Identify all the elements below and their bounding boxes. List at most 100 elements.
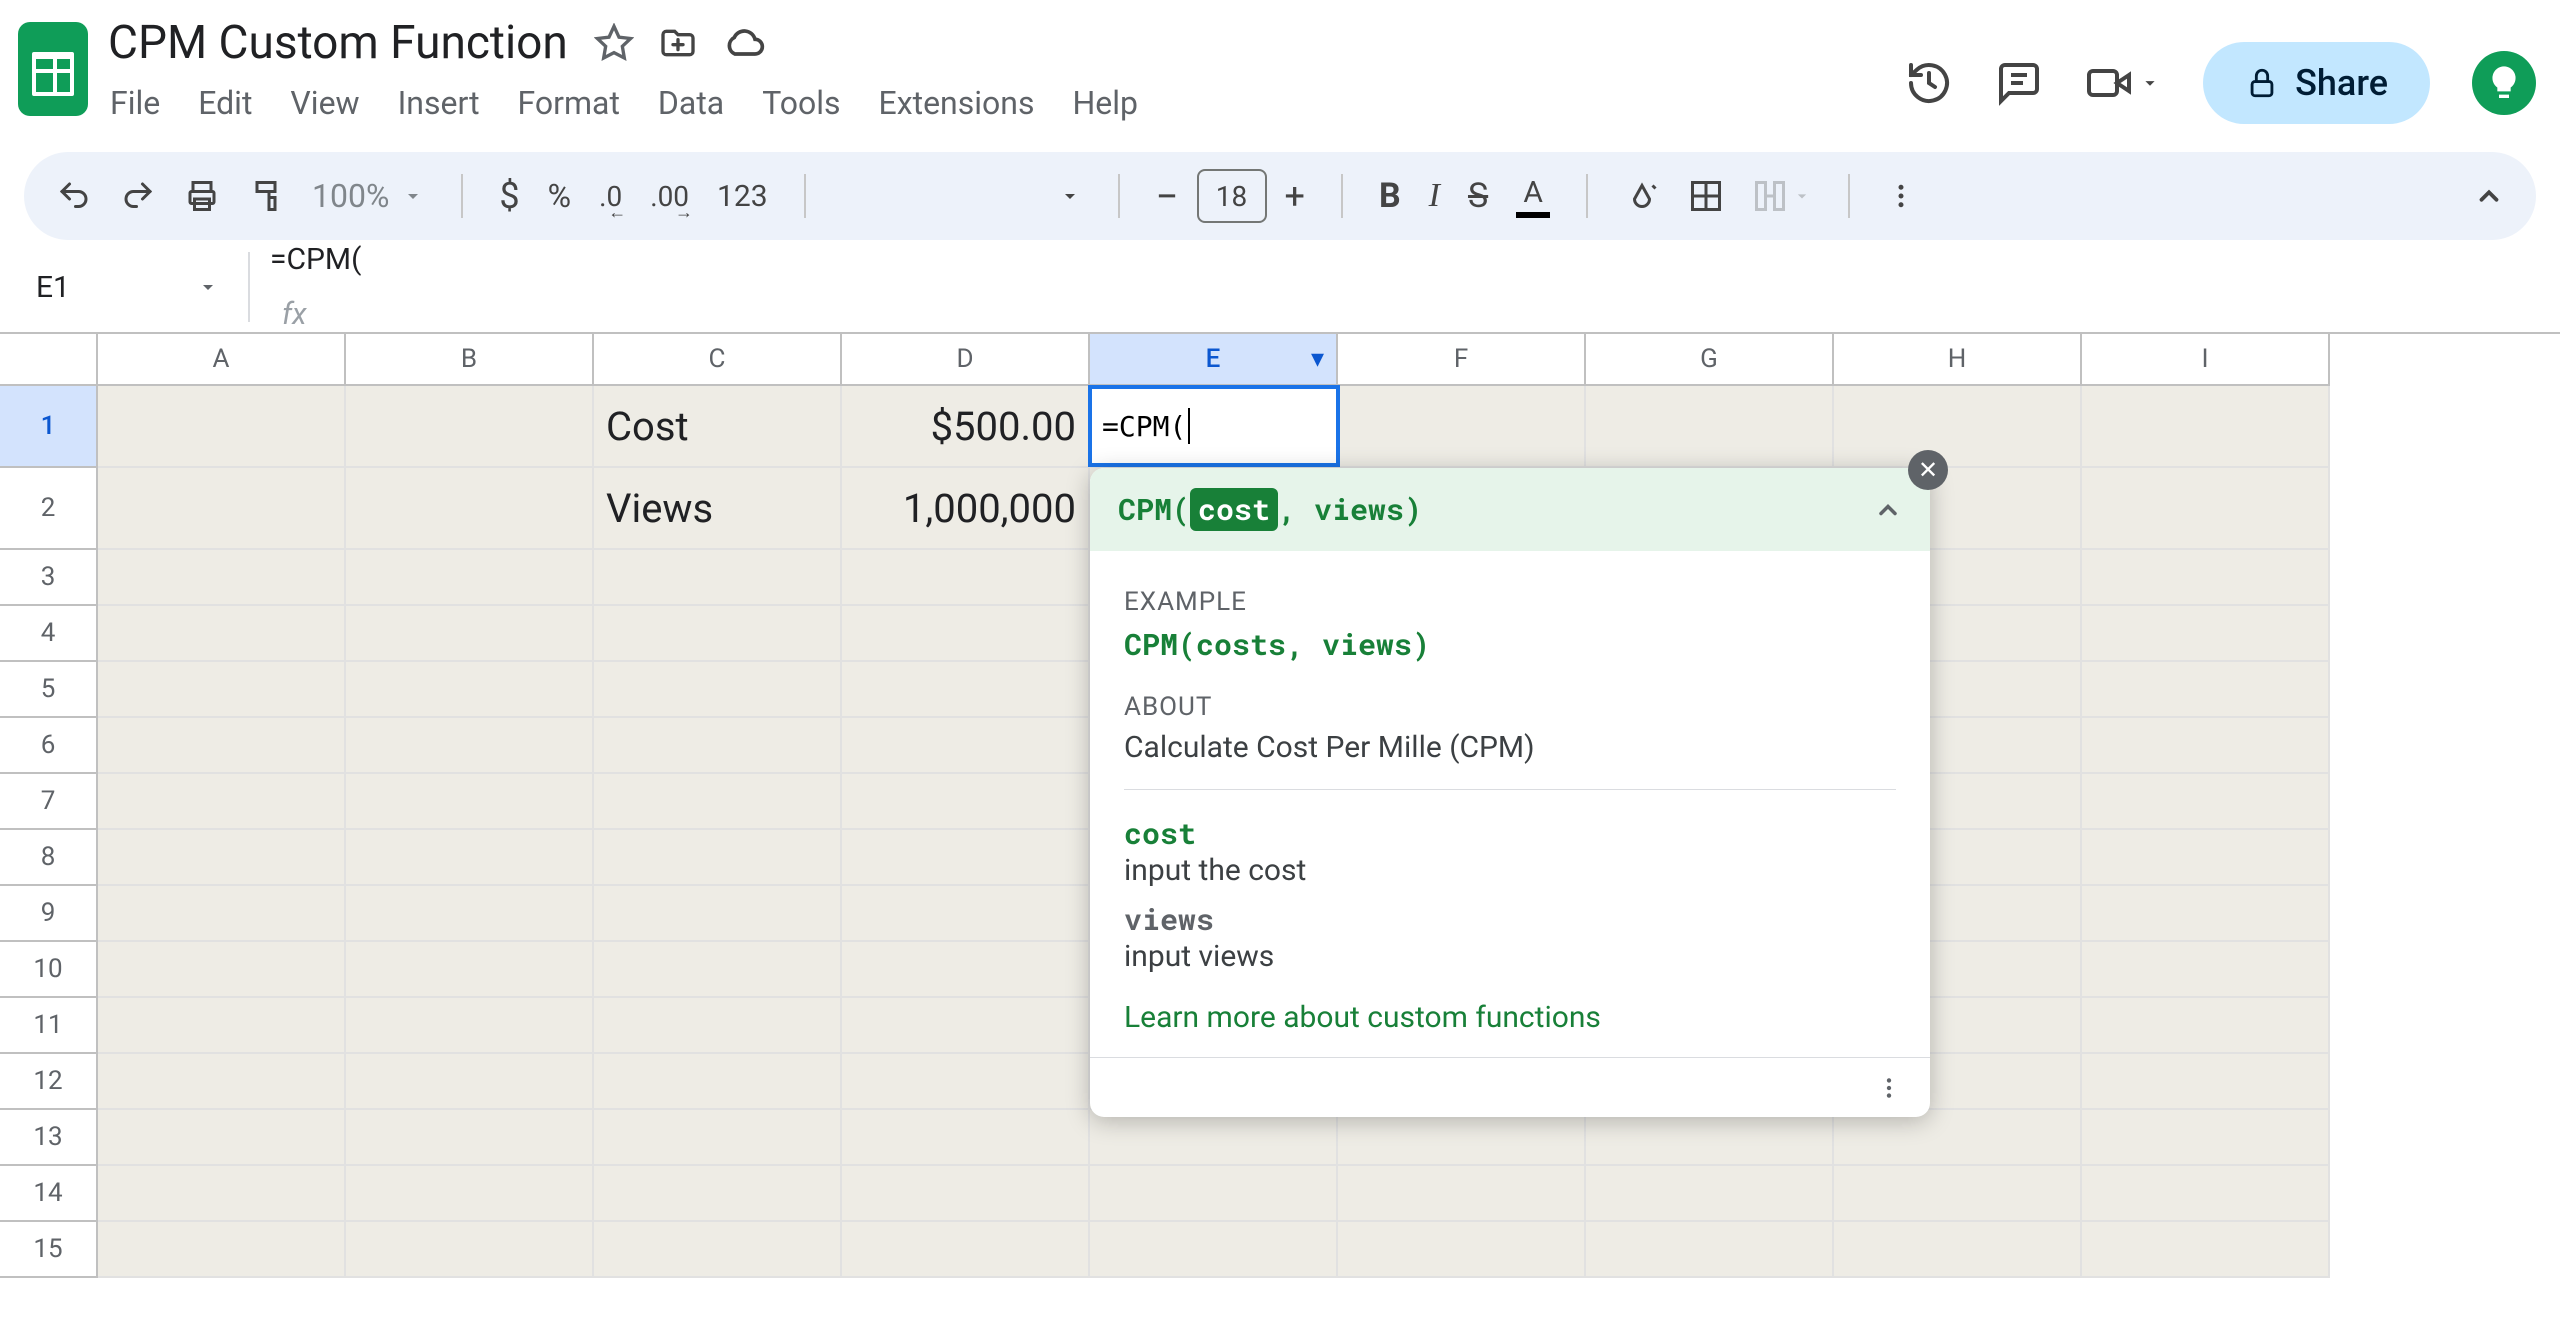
chevron-down-icon[interactable]: ▾	[1311, 344, 1324, 374]
decrease-decimal-button[interactable]: .0←	[599, 180, 622, 213]
font-dropdown[interactable]	[842, 184, 1082, 208]
menu-edit[interactable]: Edit	[198, 84, 252, 122]
col-header-h[interactable]: H	[1834, 334, 2082, 386]
strikethrough-button[interactable]: S	[1468, 176, 1488, 216]
font-size-input[interactable]: 18	[1197, 169, 1267, 223]
cell-h1[interactable]	[1834, 386, 2082, 468]
cell-g1[interactable]	[1586, 386, 1834, 468]
row-header-3[interactable]: 3	[0, 550, 98, 606]
account-avatar[interactable]	[2472, 51, 2536, 115]
text-color-button[interactable]: A	[1516, 175, 1550, 218]
redo-icon[interactable]	[120, 178, 156, 214]
row-header-15[interactable]: 15	[0, 1222, 98, 1278]
active-cell-editor[interactable]: =CPM(	[1088, 385, 1340, 467]
active-cell-value: =CPM(	[1102, 410, 1186, 443]
menu-help[interactable]: Help	[1072, 84, 1138, 122]
tooltip-signature: CPM(cost, views)	[1090, 468, 1930, 551]
tooltip-more-icon[interactable]	[1876, 1075, 1902, 1101]
col-header-g[interactable]: G	[1586, 334, 1834, 386]
increase-font-button[interactable]: +	[1285, 175, 1305, 217]
increase-decimal-button[interactable]: .00→	[650, 180, 689, 213]
zoom-dropdown[interactable]: 100%	[312, 177, 425, 215]
close-icon[interactable]: ✕	[1908, 450, 1948, 490]
sheets-logo[interactable]	[18, 22, 88, 116]
cloud-status-icon[interactable]	[722, 21, 766, 65]
menu-extensions[interactable]: Extensions	[879, 84, 1035, 122]
row-header-6[interactable]: 6	[0, 718, 98, 774]
currency-format-button[interactable]: $	[499, 175, 519, 217]
paint-format-icon[interactable]	[248, 178, 284, 214]
percent-format-button[interactable]: %	[548, 177, 571, 215]
select-all-corner[interactable]	[0, 334, 98, 386]
row-header-13[interactable]: 13	[0, 1110, 98, 1166]
cell-a2[interactable]	[98, 468, 346, 550]
cell-c1[interactable]: Cost	[594, 386, 842, 468]
document-title[interactable]: CPM Custom Function	[106, 12, 570, 74]
cell-b2[interactable]	[346, 468, 594, 550]
cell-i1[interactable]	[2082, 386, 2330, 468]
move-icon[interactable]	[658, 23, 698, 63]
cell-b1[interactable]	[346, 386, 594, 468]
menu-view[interactable]: View	[290, 84, 359, 122]
comment-icon[interactable]	[1995, 59, 2043, 107]
row-header-7[interactable]: 7	[0, 774, 98, 830]
col-header-c[interactable]: C	[594, 334, 842, 386]
cell-a1[interactable]	[98, 386, 346, 468]
fill-color-button[interactable]	[1624, 178, 1660, 214]
share-label: Share	[2295, 62, 2388, 104]
menu-data[interactable]: Data	[658, 84, 724, 122]
row-header-14[interactable]: 14	[0, 1166, 98, 1222]
menu-insert[interactable]: Insert	[398, 84, 480, 122]
col-header-b[interactable]: B	[346, 334, 594, 386]
borders-button[interactable]	[1688, 178, 1724, 214]
param2-desc: input views	[1124, 939, 1896, 974]
share-button[interactable]: Share	[2203, 42, 2430, 124]
col-header-d[interactable]: D	[842, 334, 1090, 386]
menu-format[interactable]: Format	[518, 84, 620, 122]
param1-name: cost	[1124, 814, 1896, 853]
formula-bar[interactable]: =CPM(	[270, 242, 361, 297]
row-header-8[interactable]: 8	[0, 830, 98, 886]
row-header-2[interactable]: 2	[0, 468, 98, 550]
learn-more-link[interactable]: Learn more about custom functions	[1124, 1000, 1896, 1035]
collapse-tooltip-icon[interactable]	[1874, 496, 1902, 524]
col-header-e[interactable]: E▾	[1090, 334, 1338, 386]
undo-icon[interactable]	[56, 178, 92, 214]
zoom-value: 100%	[312, 177, 389, 215]
name-box[interactable]: E1	[28, 264, 228, 311]
row-header-10[interactable]: 10	[0, 942, 98, 998]
col-header-a[interactable]: A	[98, 334, 346, 386]
about-text: Calculate Cost Per Mille (CPM)	[1124, 730, 1896, 765]
row-header-12[interactable]: 12	[0, 1054, 98, 1110]
formula-bar-row: E1 =CPM( fx	[0, 252, 2560, 332]
menu-tools[interactable]: Tools	[762, 84, 840, 122]
italic-button[interactable]: I	[1429, 177, 1440, 215]
more-toolbar-icon[interactable]	[1886, 181, 1916, 211]
cell-i2[interactable]	[2082, 468, 2330, 550]
row-header-11[interactable]: 11	[0, 998, 98, 1054]
menu-file[interactable]: File	[110, 84, 160, 122]
row-header-9[interactable]: 9	[0, 886, 98, 942]
row-header-5[interactable]: 5	[0, 662, 98, 718]
cell-d2[interactable]: 1,000,000	[842, 468, 1090, 550]
fx-icon: fx	[270, 297, 361, 332]
spreadsheet-grid: A B C D E▾ F G H I 1 Cost $500.00 2 View…	[0, 332, 2560, 1278]
history-icon[interactable]	[1905, 59, 1953, 107]
star-icon[interactable]	[594, 23, 634, 63]
collapse-toolbar-icon[interactable]	[2474, 181, 2504, 211]
print-icon[interactable]	[184, 178, 220, 214]
col-header-i[interactable]: I	[2082, 334, 2330, 386]
row-header-1[interactable]: 1	[0, 386, 98, 468]
more-formats-button[interactable]: 123	[717, 179, 768, 214]
header-bar: CPM Custom Function File Edit View Inser…	[0, 0, 2560, 140]
meet-icon[interactable]	[2085, 59, 2161, 107]
cell-c2[interactable]: Views	[594, 468, 842, 550]
cell-d1[interactable]: $500.00	[842, 386, 1090, 468]
cell-f1[interactable]	[1338, 386, 1586, 468]
param1-desc: input the cost	[1124, 853, 1896, 888]
col-header-f[interactable]: F	[1338, 334, 1586, 386]
merge-button[interactable]	[1752, 178, 1812, 214]
decrease-font-button[interactable]: −	[1156, 173, 1179, 220]
bold-button[interactable]: B	[1379, 176, 1401, 216]
row-header-4[interactable]: 4	[0, 606, 98, 662]
